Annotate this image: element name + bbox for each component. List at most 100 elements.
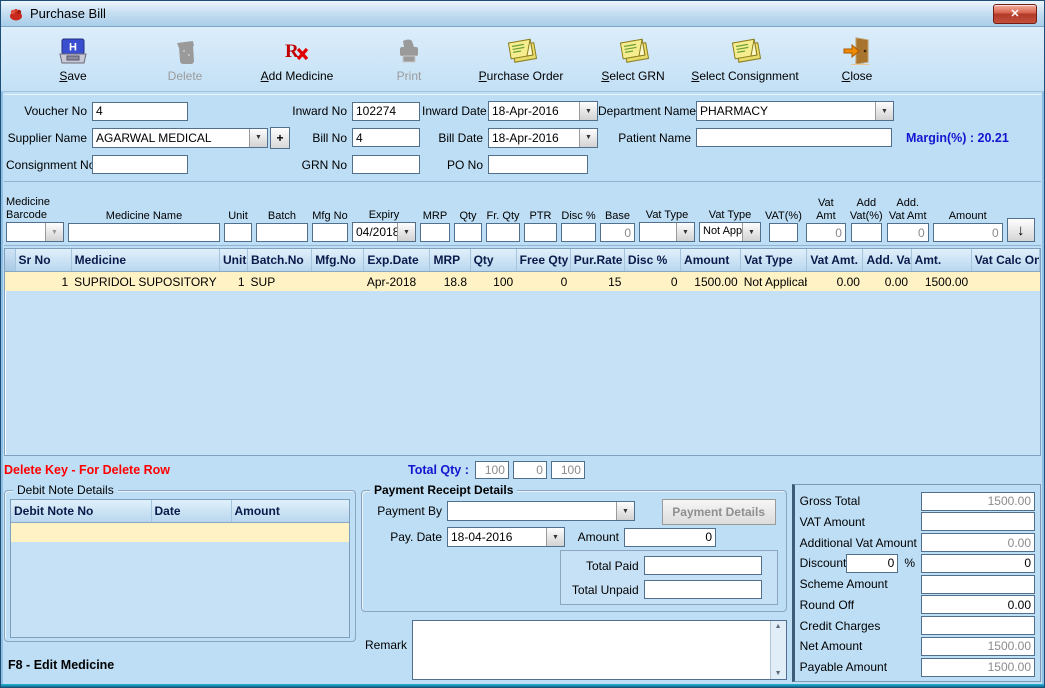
grid-cell[interactable]: 0: [516, 272, 570, 292]
grid-column-header[interactable]: Amount: [681, 249, 741, 272]
grid-column-header[interactable]: Debit Note No: [11, 500, 151, 523]
grid-cell[interactable]: [11, 523, 151, 543]
mrp-input[interactable]: [420, 223, 450, 242]
grid-cell[interactable]: [5, 272, 15, 292]
grid-column-header[interactable]: Mfg.No: [312, 249, 364, 272]
batch-input[interactable]: [256, 223, 308, 242]
discount-percent-input[interactable]: [846, 554, 898, 573]
grid-column-header[interactable]: Unit: [219, 249, 247, 272]
vat-pct-input[interactable]: [769, 223, 798, 242]
grid-cell[interactable]: 0.00: [863, 272, 911, 292]
grid-column-header[interactable]: Amt.: [911, 249, 971, 272]
grid-cell[interactable]: [151, 523, 231, 543]
base-input[interactable]: [600, 223, 635, 242]
grid-column-header[interactable]: Add. Vat .: [863, 249, 911, 272]
chevron-down-icon[interactable]: ▼: [397, 223, 415, 241]
discount-amount-input[interactable]: [921, 554, 1035, 573]
grand-total-qty-input[interactable]: [551, 461, 585, 479]
grid-column-header[interactable]: Pur.Rate: [570, 249, 624, 272]
vat-amount-input[interactable]: [921, 512, 1035, 531]
grid-column-header[interactable]: Vat Calc On: [971, 249, 1039, 272]
add-supplier-button[interactable]: +: [270, 127, 290, 149]
chevron-down-icon[interactable]: ▼: [546, 528, 564, 546]
remark-input[interactable]: [413, 621, 770, 679]
chevron-down-icon[interactable]: ▼: [249, 129, 267, 147]
disc-input[interactable]: [561, 223, 596, 242]
barcode-select[interactable]: ▼: [6, 222, 64, 242]
consignment-no-input[interactable]: [92, 155, 188, 174]
select-consignment-button[interactable]: Select Consignment: [689, 29, 801, 89]
chevron-down-icon[interactable]: ▼: [45, 223, 63, 241]
grid-column-header[interactable]: Medicine: [71, 249, 219, 272]
grid-cell[interactable]: 0: [624, 272, 680, 292]
grid-column-header[interactable]: Vat Type: [741, 249, 807, 272]
vat-type2-select[interactable]: Not Applic ▼: [699, 222, 761, 242]
close-button[interactable]: Close: [801, 29, 913, 89]
grid-cell[interactable]: 1500.00: [681, 272, 741, 292]
total-unpaid-input[interactable]: [644, 580, 762, 599]
vat-type-select[interactable]: ▼: [639, 222, 695, 242]
qty-input[interactable]: [454, 223, 482, 242]
inward-date-select[interactable]: 18-Apr-2016 ▼: [488, 101, 598, 121]
grid-cell[interactable]: 1: [15, 272, 71, 292]
grid-cell[interactable]: 15: [570, 272, 624, 292]
scroll-up-icon[interactable]: ▲: [775, 623, 782, 630]
grid-column-header[interactable]: Exp.Date: [364, 249, 430, 272]
chevron-down-icon[interactable]: ▼: [875, 102, 893, 120]
patient-name-input[interactable]: [696, 128, 892, 147]
add-vat-pct-input[interactable]: [851, 223, 882, 242]
table-row[interactable]: 1SUPRIDOL SUPOSITORY1SUPApr-201818.81000…: [5, 272, 1040, 292]
grid-column-header[interactable]: Amount: [231, 500, 349, 523]
grid-column-header[interactable]: Vat Amt.: [807, 249, 863, 272]
grid-cell[interactable]: 18.8: [430, 272, 470, 292]
chevron-down-icon[interactable]: ▼: [616, 502, 634, 520]
grid-column-header[interactable]: Free Qty: [516, 249, 570, 272]
add-vat-amt-input[interactable]: [887, 223, 929, 242]
grid-column-header[interactable]: Date: [151, 500, 231, 523]
mfg-no-input[interactable]: [312, 223, 348, 242]
inward-no-input[interactable]: [352, 102, 420, 121]
unit-input[interactable]: [224, 223, 252, 242]
save-button[interactable]: H Save: [17, 29, 129, 89]
scroll-down-icon[interactable]: ▼: [775, 670, 782, 677]
total-paid-input[interactable]: [644, 556, 762, 575]
credit-charges-input[interactable]: [921, 616, 1035, 635]
round-off-input[interactable]: [921, 595, 1035, 614]
grid-cell[interactable]: Not Applicab: [741, 272, 807, 292]
grid-column-header[interactable]: Disc %: [624, 249, 680, 272]
grid-cell[interactable]: SUPRIDOL SUPOSITORY: [71, 272, 219, 292]
total-free-qty-input[interactable]: [513, 461, 547, 479]
grid-cell[interactable]: [231, 523, 349, 543]
bill-date-select[interactable]: 18-Apr-2016 ▼: [488, 128, 598, 148]
pay-amount-input[interactable]: [624, 528, 716, 547]
ptr-input[interactable]: [524, 223, 557, 242]
department-select[interactable]: PHARMACY ▼: [696, 101, 894, 121]
chevron-down-icon[interactable]: ▼: [579, 102, 597, 120]
grid-column-header[interactable]: MRP: [430, 249, 470, 272]
po-no-input[interactable]: [488, 155, 588, 174]
grid-column-header[interactable]: Qty: [470, 249, 516, 272]
pay-date-select[interactable]: 18-04-2016 ▼: [447, 527, 565, 547]
grid-column-header[interactable]: [5, 249, 15, 272]
payment-by-select[interactable]: ▼: [447, 501, 635, 521]
grid-column-header[interactable]: Sr No: [15, 249, 71, 272]
amount-input[interactable]: [933, 223, 1003, 242]
free-qty-input[interactable]: [486, 223, 520, 242]
grid-column-header[interactable]: Batch.No: [248, 249, 312, 272]
grid-cell[interactable]: 100: [470, 272, 516, 292]
supplier-select[interactable]: AGARWAL MEDICAL ▼: [92, 128, 268, 148]
table-row[interactable]: [11, 523, 349, 543]
grid-cell[interactable]: 1500.00: [911, 272, 971, 292]
grid-cell[interactable]: [971, 272, 1039, 292]
grid-cell[interactable]: 1: [219, 272, 247, 292]
purchase-order-button[interactable]: Purchase Order: [465, 29, 577, 89]
expiry-select[interactable]: 04/2018 ▼: [352, 222, 416, 242]
grid-cell[interactable]: Apr-2018: [364, 272, 430, 292]
vat-amt-input[interactable]: [806, 223, 846, 242]
chevron-down-icon[interactable]: ▼: [579, 129, 597, 147]
total-qty-input[interactable]: [475, 461, 509, 479]
add-medicine-button[interactable]: R Add Medicine: [241, 29, 353, 89]
scheme-amount-input[interactable]: [921, 575, 1035, 594]
grn-no-input[interactable]: [352, 155, 420, 174]
close-window-button[interactable]: ✕: [993, 4, 1037, 24]
